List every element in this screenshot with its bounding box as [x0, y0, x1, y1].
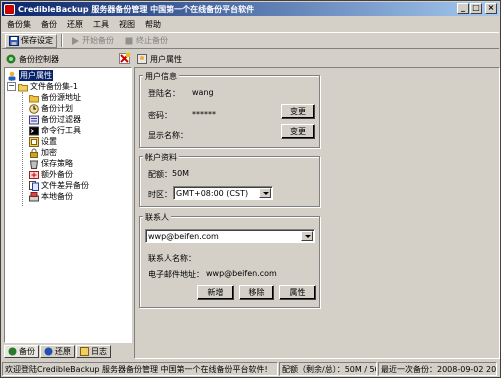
tree-node-encryption[interactable]: 加密 [5, 147, 131, 158]
tab-backup[interactable]: 备份 [4, 345, 39, 358]
filter-icon [29, 115, 39, 124]
tree-node-source[interactable]: 备份源地址 [5, 92, 131, 103]
folder-icon [18, 83, 28, 91]
contact-properties-button[interactable]: 属性 [279, 285, 316, 300]
backup-tab-icon [8, 347, 17, 356]
tab-restore[interactable]: 还原 [40, 345, 75, 358]
user-icon [8, 71, 16, 80]
timezone-select[interactable]: GMT+08:00 (CST) [173, 186, 273, 200]
remove-contact-button[interactable]: 移除 [239, 285, 274, 300]
menu-help[interactable]: 帮助 [140, 19, 166, 30]
terminal-icon [29, 126, 39, 135]
tab-log[interactable]: 日志 [76, 345, 111, 358]
clock-icon [29, 103, 39, 114]
backup-controller-panel: 备份控制器 用户属性 − 文件备份集-1 备份源地址 备份计划 备份过滤器 命令… [4, 52, 132, 343]
log-tab-icon [80, 347, 89, 356]
change-password-button[interactable]: 变更 [281, 104, 315, 119]
contacts-group: 联系人 wwp@beifen.com 联系人名称： 电子邮件地址： wwp@be… [139, 212, 320, 308]
lock-icon [30, 148, 38, 158]
tree-node-retention[interactable]: 保存策略 [5, 158, 131, 169]
quota-value: 50M [172, 169, 190, 178]
tree-node-local-backup[interactable]: 本地备份 [5, 191, 131, 202]
restore-tab-icon [44, 347, 53, 356]
status-message: 欢迎登陆CredibleBackup 服务器备份管理 中国第一个在线备份平台软件… [2, 362, 278, 376]
account-group: 帐户资料 配额： 50M 时区： GMT+08:00 (CST) [139, 152, 320, 207]
minimize-button[interactable]: _ [457, 3, 469, 14]
status-quota: 配额（剩余/总）：50M / 50M [279, 362, 377, 376]
menu-tools[interactable]: 工具 [88, 19, 114, 30]
tree-node-settings[interactable]: 设置 [5, 136, 131, 147]
menu-restore[interactable]: 还原 [62, 19, 88, 30]
password-label: 密码： [148, 111, 172, 120]
toolbar-separator [61, 34, 63, 47]
floppy-icon [9, 35, 19, 46]
tree-node-cmdtool[interactable]: 命令行工具 [5, 125, 131, 136]
contact-select[interactable]: wwp@beifen.com [145, 229, 315, 243]
extra-backup-icon [29, 170, 39, 179]
maximize-button[interactable]: □ [470, 3, 482, 14]
toolbar: 保存设定 开始备份 终止备份 [2, 32, 499, 49]
menu-backup[interactable]: 备份 [36, 19, 62, 30]
diff-backup-icon [29, 180, 39, 191]
settings-tree[interactable]: 用户属性 − 文件备份集-1 备份源地址 备份计划 备份过滤器 命令行工具 设置… [4, 67, 132, 343]
tree-node-backupset[interactable]: − 文件备份集-1 [5, 81, 131, 92]
tree-node-filter[interactable]: 备份过滤器 [5, 114, 131, 125]
contact-email-label: 电子邮件地址： [148, 270, 204, 279]
menu-view[interactable]: 视图 [114, 19, 140, 30]
display-name-label: 显示名称： [148, 131, 188, 140]
settings-icon [29, 136, 39, 147]
menu-bar: 备份集 备份 还原 工具 视图 帮助 [2, 17, 499, 31]
timezone-label: 时区： [148, 190, 172, 199]
add-backupset-icon[interactable] [119, 53, 130, 64]
backup-controller-header: 备份控制器 [4, 52, 132, 66]
controller-icon [6, 54, 16, 64]
app-icon [4, 3, 15, 15]
tree-node-diff-backup[interactable]: 文件差异备份 [5, 180, 131, 191]
password-value: ****** [192, 110, 216, 119]
user-properties-body: 用户信息 登陆名： wang 密码： ****** 变更 显示名称： 变更 帐户… [134, 67, 500, 359]
user-info-group: 用户信息 登陆名： wang 密码： ****** 变更 显示名称： 变更 [139, 71, 320, 148]
user-properties-icon [137, 54, 147, 64]
close-button[interactable]: × [485, 3, 497, 14]
user-properties-header: 用户属性 [134, 52, 500, 66]
tree-node-schedule[interactable]: 备份计划 [5, 103, 131, 114]
start-backup-button[interactable]: 开始备份 [67, 34, 117, 48]
recycle-icon [29, 160, 39, 169]
collapse-toggle[interactable]: − [7, 82, 16, 91]
source-folder-icon [29, 94, 39, 102]
tree-node-user-properties[interactable]: 用户属性 [5, 70, 131, 81]
bottom-tabs: 备份 还原 日志 [4, 345, 112, 359]
add-contact-button[interactable]: 新增 [197, 285, 234, 300]
contact-email-value: wwp@beifen.com [206, 269, 277, 278]
stop-backup-button[interactable]: 终止备份 [121, 34, 171, 48]
change-display-name-button[interactable]: 变更 [281, 124, 315, 139]
login-value: wang [192, 88, 214, 97]
window-title: CredibleBackup 服务器备份管理 中国第一个在线备份平台软件 [18, 4, 255, 14]
title-bar[interactable]: CredibleBackup 服务器备份管理 中国第一个在线备份平台软件 _ □… [2, 2, 499, 16]
contact-name-label: 联系人名称： [148, 254, 196, 263]
status-bar: 欢迎登陆CredibleBackup 服务器备份管理 中国第一个在线备份平台软件… [2, 362, 499, 376]
chevron-down-icon[interactable] [259, 188, 271, 198]
login-label: 登陆名： [148, 89, 180, 98]
user-properties-panel: 用户属性 用户信息 登陆名： wang 密码： ****** 变更 显示名称： … [134, 52, 500, 359]
status-last-backup: 最近一次备份：2008-09-02 20:43 [378, 362, 497, 376]
quota-label: 配额： [148, 170, 172, 179]
menu-backupset[interactable]: 备份集 [2, 19, 36, 30]
tree-node-extra-backup[interactable]: 额外备份 [5, 169, 131, 180]
chevron-down-icon[interactable] [301, 231, 313, 241]
save-settings-button[interactable]: 保存设定 [5, 33, 57, 48]
local-backup-icon [29, 191, 39, 201]
stop-icon [125, 37, 133, 44]
play-icon [72, 36, 79, 45]
main-window: CredibleBackup 服务器备份管理 中国第一个在线备份平台软件 _ □… [0, 0, 501, 378]
